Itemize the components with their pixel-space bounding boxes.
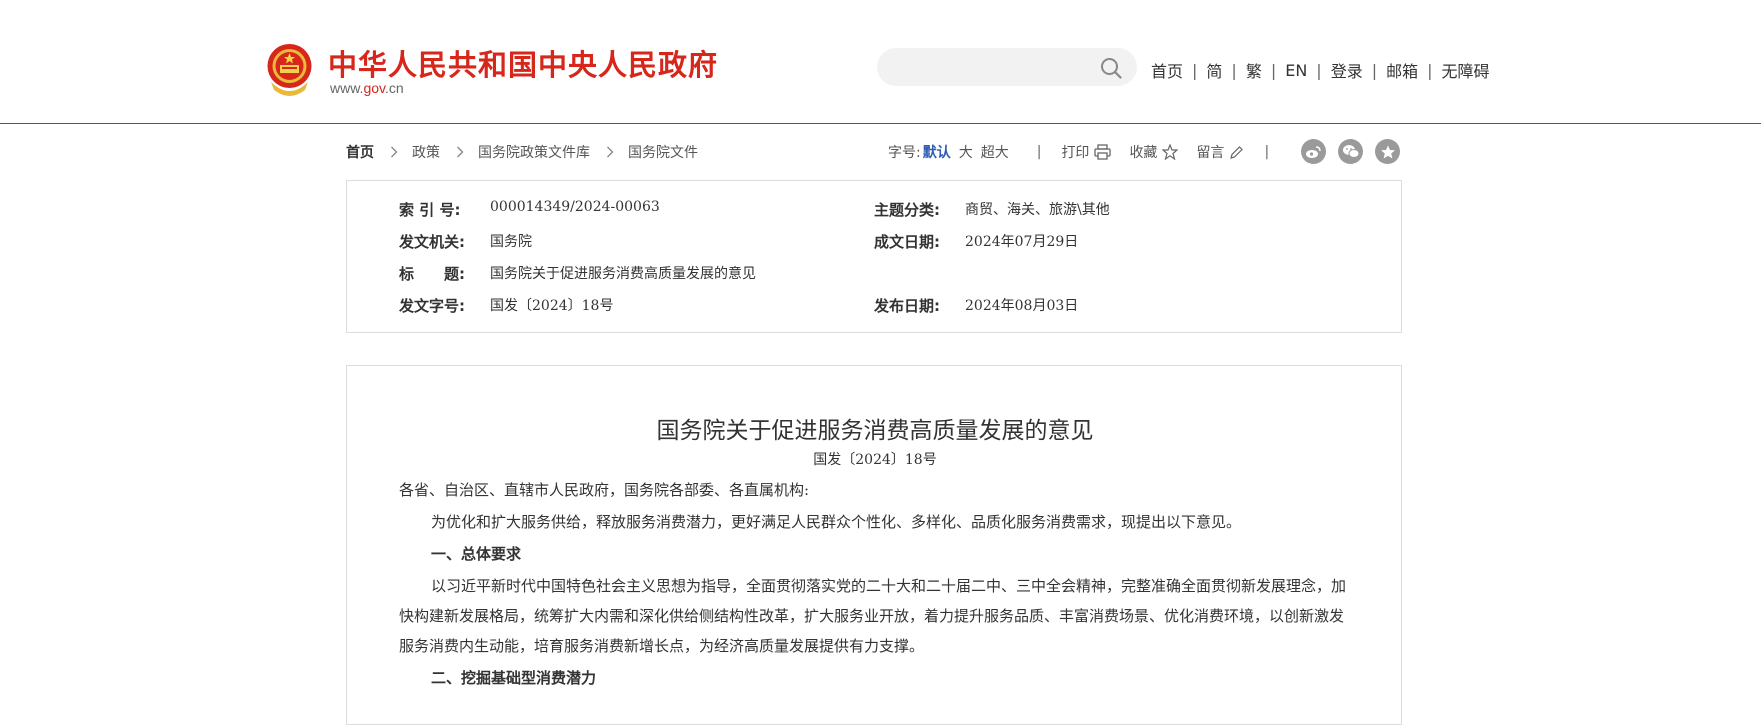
print-label: 打印 (1061, 145, 1090, 161)
search-input[interactable] (877, 48, 1137, 86)
font-size-label: 字号: (888, 145, 921, 161)
comment-button[interactable]: 留言 (1196, 142, 1244, 162)
meta-index-value: 000014349/2024-00063 (490, 199, 660, 215)
site-header: 中华人民共和国中央人民政府 www.gov.cn 首页 | 简 | 繁 | EN… (0, 0, 1761, 124)
meta-title: 标 题: 国务院关于促进服务消费高质量发展的意见 (399, 263, 756, 284)
meta-doc-number-label: 发文字号: (399, 297, 465, 315)
nav-separator: | (1371, 60, 1378, 80)
font-size-default[interactable]: 默认 (923, 142, 951, 162)
meta-publish-date-value: 2024年08月03日 (965, 298, 1079, 314)
top-nav: 首页 | 简 | 繁 | EN | 登录 | 邮箱 | 无障碍 (1151, 58, 1490, 82)
font-size-large[interactable]: 大 (959, 142, 973, 162)
section-heading: 一、总体要求 (431, 545, 522, 563)
meta-issuer-label: 发文机关: (399, 233, 465, 251)
document-meta: 索 引 号: 000014349/2024-00063 主题分类: 商贸、海关、… (346, 180, 1402, 333)
breadcrumb: 首页 政策 国务院政策文件库 国务院文件 (346, 142, 698, 162)
star-icon (1162, 144, 1179, 160)
meta-publish-date-label: 发布日期: (874, 297, 940, 315)
font-size-xlarge[interactable]: 超大 (981, 142, 1009, 162)
printer-icon (1094, 144, 1112, 160)
meta-doc-number: 发文字号: 国发〔2024〕18号 (399, 295, 613, 316)
nav-separator: | (1270, 60, 1277, 80)
breadcrumb-home[interactable]: 首页 (346, 142, 374, 162)
nav-separator: | (1427, 60, 1433, 80)
meta-title-value: 国务院关于促进服务消费高质量发展的意见 (490, 266, 756, 282)
document-title: 国务院关于促进服务消费高质量发展的意见 (656, 418, 1094, 444)
share-buttons (1301, 139, 1412, 164)
section-heading: 二、挖掘基础型消费潜力 (431, 669, 597, 687)
national-emblem-icon[interactable] (265, 42, 314, 98)
search-icon[interactable] (1100, 57, 1122, 79)
nav-login[interactable]: 登录 (1331, 58, 1363, 82)
article-tools: 字号: 默认 大 超大 | 打印 收藏 留言 | (888, 142, 1269, 162)
nav-accessibility[interactable]: 无障碍 (1442, 58, 1490, 82)
breadcrumb-policy[interactable]: 政策 (412, 142, 440, 162)
document-paragraph: 以习近平新时代中国特色社会主义思想为指导，全面贯彻落实党的二十大和二十届二中、三… (399, 577, 1347, 655)
meta-issuer-value: 国务院 (490, 234, 532, 250)
chevron-right-icon (607, 146, 614, 158)
nav-mailbox[interactable]: 邮箱 (1386, 58, 1418, 82)
share-weibo-button[interactable] (1301, 139, 1326, 164)
meta-publish-date: 发布日期: 2024年08月03日 (874, 295, 1078, 316)
tools-separator: | (1036, 144, 1042, 160)
breadcrumb-policy-library[interactable]: 国务院政策文件库 (478, 142, 590, 162)
domain-suffix: .cn (385, 80, 404, 96)
meta-index: 索 引 号: 000014349/2024-00063 (399, 199, 660, 220)
tools-separator: | (1264, 144, 1270, 160)
nav-simplified[interactable]: 简 (1206, 58, 1222, 82)
nav-separator: | (1231, 60, 1237, 80)
favorite-star-icon (1380, 145, 1395, 158)
nav-traditional[interactable]: 繁 (1246, 58, 1262, 82)
document-intro: 为优化和扩大服务供给，释放服务消费潜力，更好满足人民群众个性化、多样化、品质化服… (431, 513, 1242, 531)
document-number: 国发〔2024〕18号 (813, 452, 937, 468)
meta-date-written-label: 成文日期: (874, 233, 940, 251)
nav-separator: | (1192, 60, 1198, 80)
site-title[interactable]: 中华人民共和国中央人民政府 (328, 42, 718, 84)
chevron-right-icon (457, 146, 464, 158)
print-button[interactable]: 打印 (1061, 142, 1112, 162)
chevron-right-icon (391, 146, 398, 158)
document-salutation: 各省、自治区、直辖市人民政府，国务院各部委、各直属机构: (399, 481, 810, 499)
meta-index-label: 索 引 号: (399, 201, 461, 219)
favorite-label: 收藏 (1129, 145, 1158, 161)
pencil-icon (1230, 145, 1244, 159)
meta-issuer: 发文机关: 国务院 (399, 231, 532, 252)
meta-doc-number-value: 国发〔2024〕18号 (490, 298, 614, 314)
site-domain: www.gov.cn (330, 80, 404, 96)
comment-label: 留言 (1196, 145, 1225, 161)
share-favorite-button[interactable] (1375, 139, 1400, 164)
nav-english[interactable]: EN (1285, 61, 1307, 80)
meta-topic-value: 商贸、海关、旅游\其他 (965, 202, 1110, 218)
document-body: 国务院关于促进服务消费高质量发展的意见 国发〔2024〕18号 各省、自治区、直… (346, 365, 1402, 725)
meta-topic: 主题分类: 商贸、海关、旅游\其他 (874, 199, 1110, 220)
breadcrumb-state-council-docs[interactable]: 国务院文件 (628, 142, 698, 162)
meta-title-label: 标 题: (399, 265, 465, 283)
domain-gov: gov (363, 80, 385, 96)
meta-date-written-value: 2024年07月29日 (965, 234, 1079, 250)
nav-home[interactable]: 首页 (1151, 58, 1183, 82)
domain-prefix: www. (330, 80, 364, 96)
nav-separator: | (1316, 60, 1322, 80)
meta-topic-label: 主题分类: (874, 201, 940, 219)
wechat-icon (1342, 145, 1359, 158)
weibo-icon (1306, 145, 1321, 158)
meta-date-written: 成文日期: 2024年07月29日 (874, 231, 1078, 252)
favorite-button[interactable]: 收藏 (1129, 142, 1179, 162)
share-wechat-button[interactable] (1338, 139, 1363, 164)
